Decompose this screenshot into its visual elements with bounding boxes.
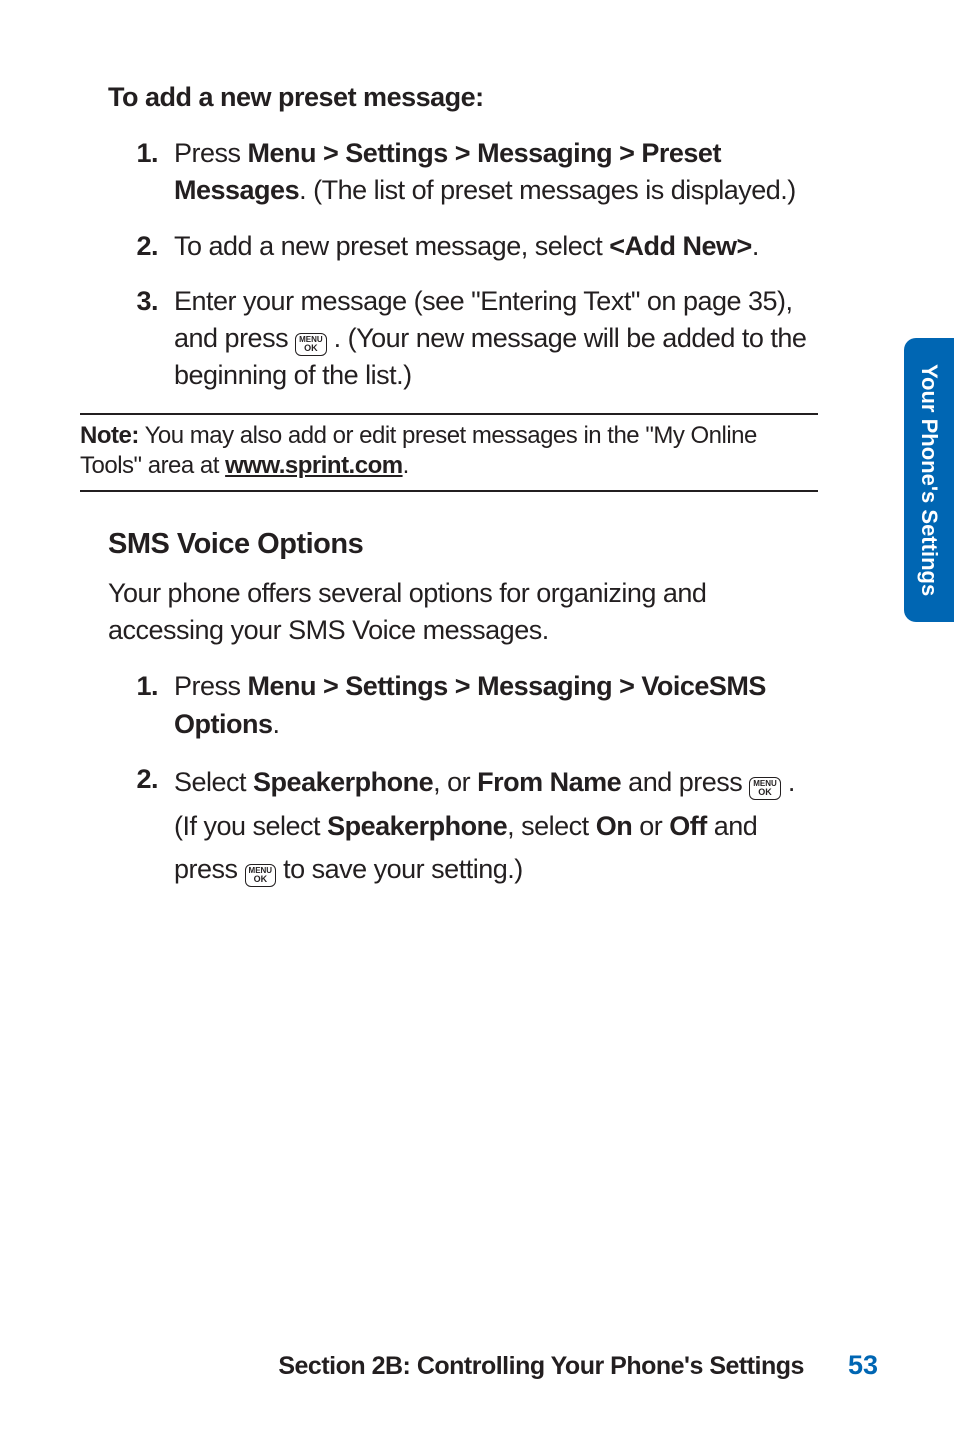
side-tab: Your Phone's Settings	[904, 338, 954, 622]
step-number: 3.	[122, 283, 174, 395]
sms-step-1: 1. Press Menu > Settings > Messaging > V…	[122, 668, 818, 743]
step-number: 2.	[122, 761, 174, 892]
footer-page-number: 53	[848, 1350, 878, 1381]
text: Press	[174, 671, 248, 701]
menu-ok-icon: MENUOK	[295, 333, 327, 356]
text: to save your setting.)	[276, 854, 523, 884]
text: .	[752, 231, 759, 261]
text: Select	[174, 767, 253, 797]
option-on: On	[596, 811, 633, 841]
note-link[interactable]: www.sprint.com	[225, 452, 402, 479]
sms-intro-text: Your phone offers several options for or…	[108, 575, 818, 648]
option-speakerphone: Speakerphone	[327, 811, 507, 841]
option-speakerphone: Speakerphone	[253, 767, 433, 797]
side-tab-label: Your Phone's Settings	[916, 364, 942, 596]
option-off: Off	[669, 811, 706, 841]
option-from-name: From Name	[477, 767, 621, 797]
text: or	[632, 811, 669, 841]
heading-add-preset: To add a new preset message:	[108, 82, 818, 113]
text: and press	[621, 767, 749, 797]
sms-step-2: 2. Select Speakerphone, or From Name and…	[122, 761, 818, 892]
text: . (The list of preset messages is displa…	[299, 175, 796, 205]
text: To add a new preset message, select	[174, 231, 609, 261]
text: , select	[507, 811, 596, 841]
step-number: 1.	[122, 135, 174, 210]
menu-ok-icon: MENUOK	[245, 864, 277, 887]
note-text: .	[403, 452, 409, 479]
text: .	[273, 709, 280, 739]
heading-sms-voice: SMS Voice Options	[108, 528, 818, 561]
note-box: Note: You may also add or edit preset me…	[80, 413, 818, 492]
text: , or	[433, 767, 477, 797]
menu-ok-icon: MENUOK	[749, 777, 781, 800]
step-number: 1.	[122, 668, 174, 743]
step-2: 2. To add a new preset message, select <…	[122, 228, 818, 265]
step-1: 1. Press Menu > Settings > Messaging > P…	[122, 135, 818, 210]
footer-section-title: Section 2B: Controlling Your Phone's Set…	[278, 1352, 804, 1381]
note-text: You may also add or edit preset messages…	[80, 422, 757, 480]
page-footer: Section 2B: Controlling Your Phone's Set…	[0, 1350, 954, 1381]
step-number: 2.	[122, 228, 174, 265]
text: Press	[174, 138, 248, 168]
note-label: Note:	[80, 422, 139, 449]
step-3: 3. Enter your message (see "Entering Tex…	[122, 283, 818, 395]
menu-path: Menu > Settings > Messaging > VoiceSMS O…	[174, 671, 766, 738]
option-add-new: <Add New>	[609, 231, 752, 261]
